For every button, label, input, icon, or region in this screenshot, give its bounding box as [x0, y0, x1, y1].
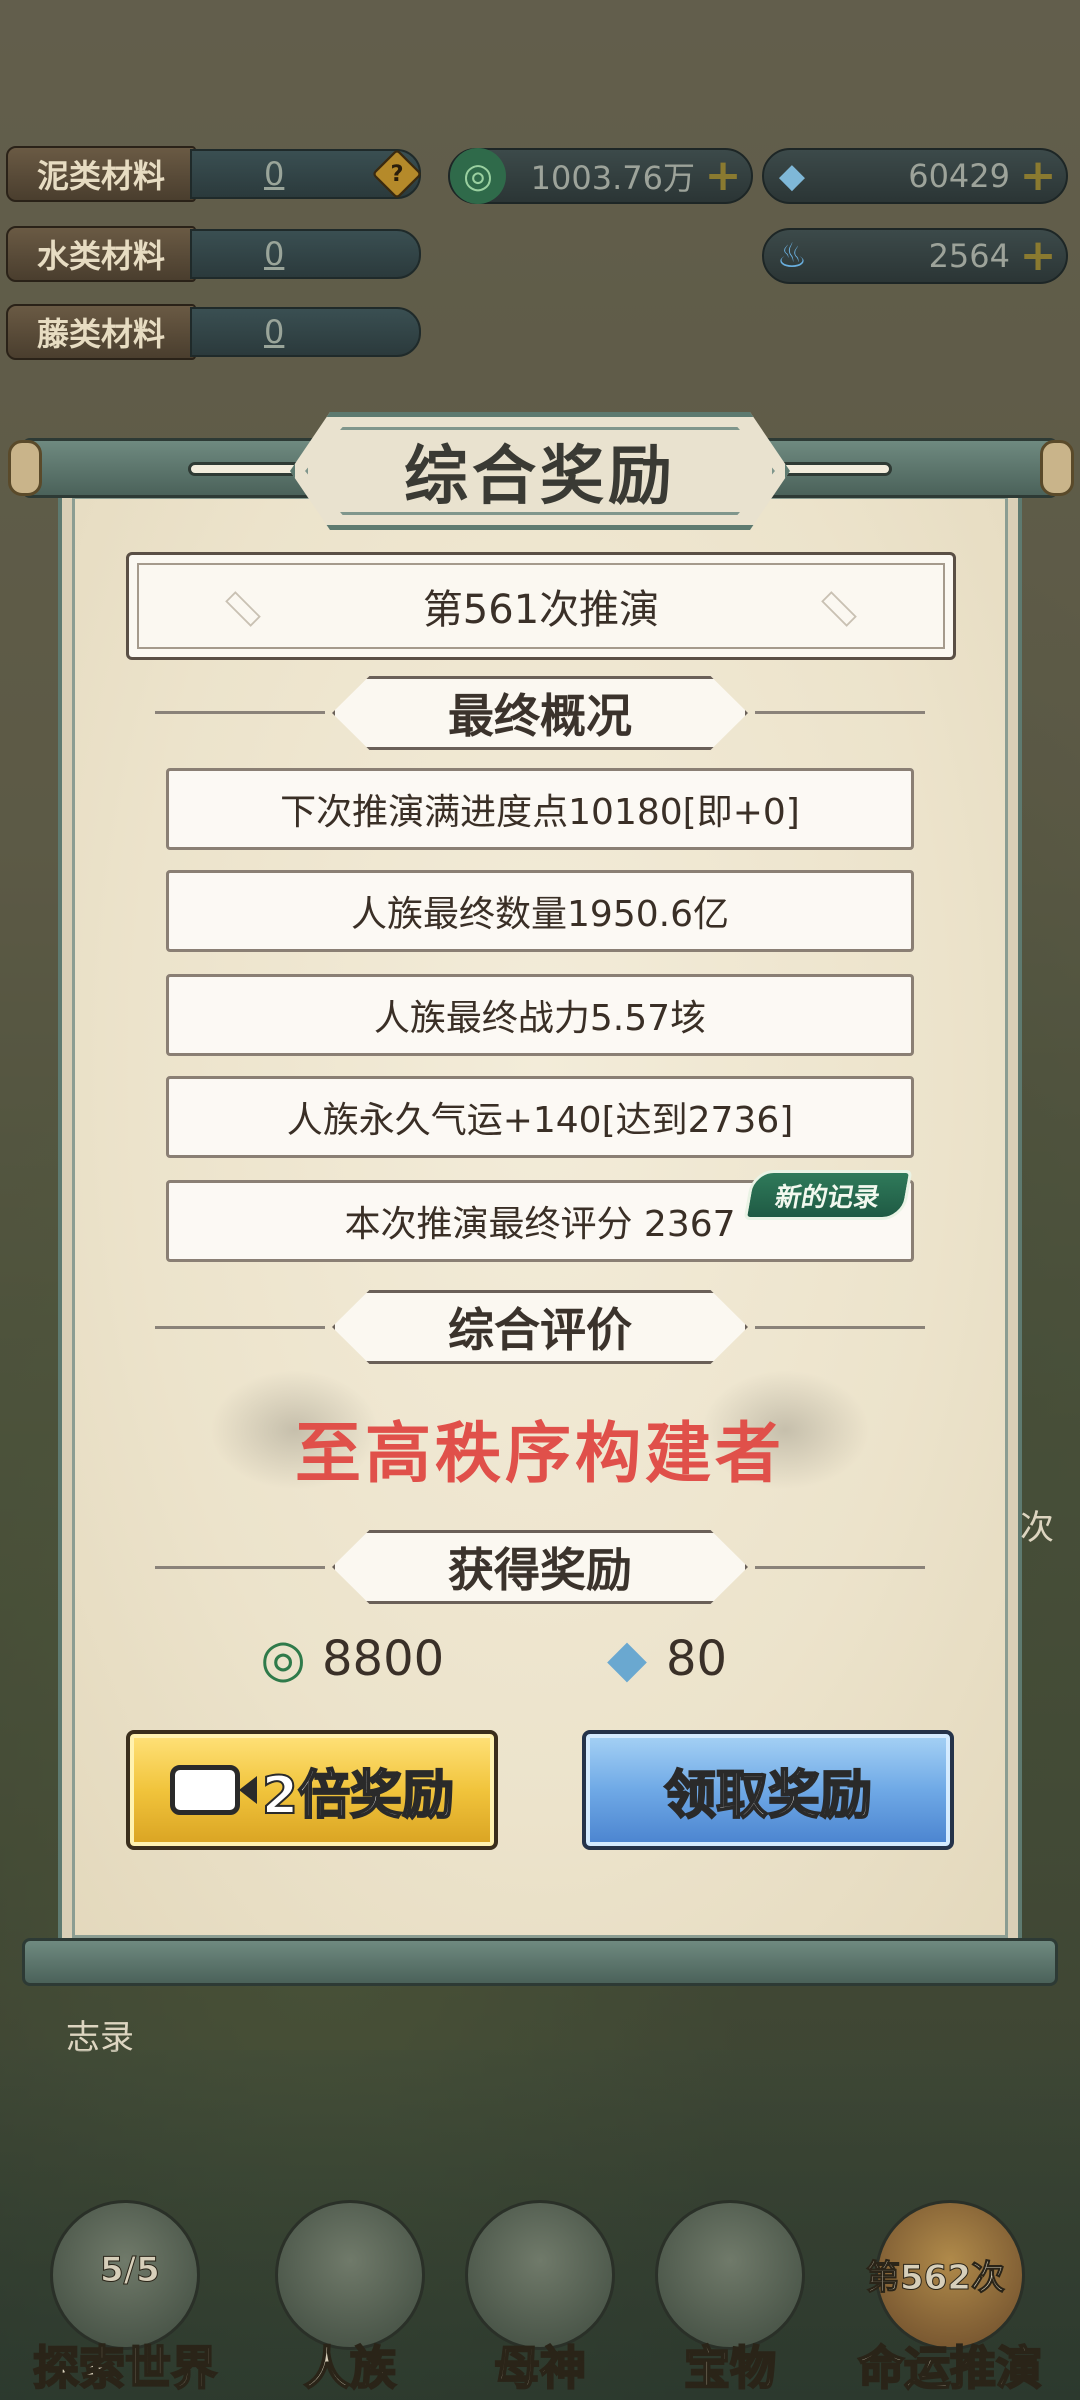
nav-explore-world[interactable]: 探索世界 — [10, 2200, 240, 2398]
bottom-nav: 探索世界 5/5 人族 母神 宝物 命运推演 第562次 — [0, 2050, 1080, 2400]
stat-fortune: 人族永久气运+140[达到2736] — [166, 1076, 914, 1158]
crystal-icon: ◆ — [778, 156, 806, 196]
explore-count: 5/5 — [100, 2250, 161, 2291]
round-number: 第561次推演 — [422, 587, 660, 633]
material-value[interactable]: 0 — [190, 229, 421, 279]
rating-header-text: 综合评价 — [448, 1303, 632, 1357]
add-coin-button[interactable]: + — [703, 154, 743, 198]
crystal-icon: ◆ — [607, 1629, 647, 1689]
lotus-flame-icon — [465, 2200, 615, 2350]
stat-next-progress: 下次推演满进度点10180[即+0] — [166, 768, 914, 850]
nav-mother-goddess[interactable]: 母神 — [450, 2200, 630, 2398]
round-banner: 第561次推演 — [126, 552, 956, 660]
nav-destiny-simulation[interactable]: 命运推演 — [830, 2200, 1070, 2398]
material-row-water: 水类材料 0 — [6, 226, 421, 282]
rating-header: 综合评价 — [332, 1290, 748, 1364]
jade-coin-icon: ◎ — [450, 148, 506, 204]
flame-amount: 2564 — [928, 237, 1010, 275]
video-ad-icon — [169, 1765, 257, 1815]
reward-crystal-amount: 80 — [666, 1631, 728, 1687]
flame-resource: ♨ 2564 + — [762, 228, 1068, 284]
banner-ornament-left — [225, 591, 261, 627]
add-flame-button[interactable]: + — [1018, 234, 1058, 278]
double-reward-label: 2倍奖励 — [261, 1765, 455, 1827]
reward-coin-amount: 8800 — [322, 1631, 445, 1687]
nav-human-race[interactable]: 人族 — [260, 2200, 440, 2398]
double-reward-button[interactable]: 2倍奖励 — [126, 1730, 498, 1850]
divider-line — [155, 711, 325, 714]
material-row-mud: 泥类材料 0 ? — [6, 146, 423, 202]
reward-header: 获得奖励 — [332, 1530, 748, 1604]
material-value[interactable]: 0 — [190, 307, 421, 357]
new-record-badge: 新的记录 — [743, 1170, 913, 1220]
divider-line — [155, 1326, 325, 1329]
stat-power: 人族最终战力5.57垓 — [166, 974, 914, 1056]
nav-label: 宝物 — [683, 2340, 777, 2396]
material-label: 泥类材料 — [6, 146, 196, 202]
divider-line — [155, 1566, 325, 1569]
divider-line — [755, 1566, 925, 1569]
claim-reward-label: 领取奖励 — [663, 1765, 873, 1827]
nav-label: 人族 — [303, 2340, 397, 2396]
panel-title-plate: 综合奖励 — [290, 412, 790, 530]
reward-header-text: 获得奖励 — [448, 1543, 632, 1597]
nav-label: 探索世界 — [32, 2340, 218, 2396]
add-crystal-button[interactable]: + — [1018, 154, 1058, 198]
material-label: 水类材料 — [6, 226, 196, 282]
nav-treasure[interactable]: 宝物 — [640, 2200, 820, 2398]
roller-end-left — [8, 440, 42, 496]
divider-line — [755, 1326, 925, 1329]
nav-label: 母神 — [493, 2340, 587, 2396]
crystal-amount: 60429 — [908, 157, 1010, 195]
treasure-chest-icon — [655, 2200, 805, 2350]
material-row-vine: 藤类材料 0 — [6, 304, 421, 360]
summary-header-text: 最终概况 — [448, 689, 632, 743]
scroll-bottom-roller — [22, 1938, 1058, 1986]
blue-flame-icon: ♨ — [776, 236, 808, 276]
roller-end-right — [1040, 440, 1074, 496]
summary-header: 最终概况 — [332, 676, 748, 750]
claim-reward-button[interactable]: 领取奖励 — [582, 1730, 954, 1850]
stat-population: 人族最终数量1950.6亿 — [166, 870, 914, 952]
divider-line — [755, 711, 925, 714]
side-count-label: 次 — [1020, 1508, 1054, 1548]
jade-coin-icon: ◎ — [260, 1629, 306, 1689]
reward-coin: ◎ 8800 — [250, 1626, 444, 1692]
reward-crystal: ◆ 80 — [594, 1626, 727, 1692]
coin-amount: 1003.76万 — [530, 159, 695, 197]
material-label: 藤类材料 — [6, 304, 196, 360]
crystal-resource: ◆ 60429 + — [762, 148, 1068, 204]
destiny-round: 第562次 — [866, 2258, 1006, 2299]
nav-label: 命运推演 — [857, 2340, 1043, 2396]
human-portrait-icon — [275, 2200, 425, 2350]
panel-title: 综合奖励 — [404, 440, 676, 514]
banner-ornament-right — [821, 591, 857, 627]
coin-resource: ◎ 1003.76万 + — [448, 148, 753, 204]
rating-title: 至高秩序构建者 — [295, 1415, 785, 1492]
